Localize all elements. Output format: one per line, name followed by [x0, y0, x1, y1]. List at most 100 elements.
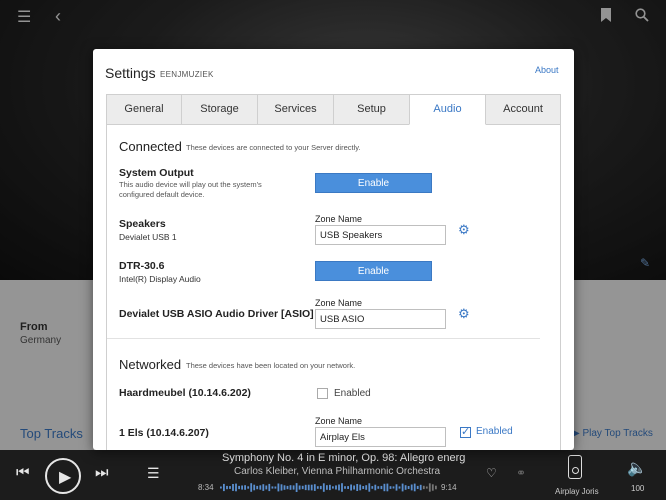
connected-title: Connected: [119, 139, 182, 154]
zone-name-label: Zone Name: [315, 214, 363, 224]
tab-services[interactable]: Services: [257, 94, 334, 125]
waveform-bar: [286, 485, 289, 490]
heart-icon[interactable]: ♡: [486, 466, 497, 480]
gear-icon[interactable]: ⚙: [458, 222, 470, 238]
waveform-bar: [356, 484, 359, 491]
waveform-bar: [329, 484, 331, 491]
waveform-bar: [338, 484, 340, 491]
waveform-bar: [277, 483, 280, 492]
waveform-bar: [407, 486, 410, 489]
enable-button-dtr[interactable]: Enable: [315, 261, 432, 281]
waveform-bar: [274, 486, 277, 489]
waveform-bar: [386, 483, 389, 492]
networked-title: Networked: [119, 357, 182, 372]
enabled-checkbox-haardmeubel[interactable]: [317, 388, 328, 399]
settings-dialog: Settings EENJMUZIEK About General Storag…: [93, 49, 574, 450]
waveform-bar: [365, 485, 368, 490]
enable-button-system-output[interactable]: Enable: [315, 173, 432, 193]
waveform-bar: [392, 486, 395, 489]
waveform-bar: [283, 485, 286, 490]
dialog-subtitle: EENJMUZIEK: [160, 70, 214, 79]
waveform-bar: [259, 485, 262, 490]
queue-icon[interactable]: ☰: [147, 465, 160, 482]
waveform-bar: [253, 484, 256, 491]
waveform-bar: [380, 485, 383, 490]
volume-value: 100: [631, 484, 645, 493]
waveform-bar: [268, 483, 271, 492]
device-name-speakers: Speakers: [119, 218, 166, 230]
waveform-bar: [326, 485, 328, 490]
waveform-bar: [362, 486, 365, 489]
dialog-title: Settings: [105, 65, 156, 81]
zone-name-label: Zone Name: [315, 416, 363, 426]
device-sub-speakers: Devialet USB 1: [119, 232, 177, 242]
waveform-bar: [229, 486, 231, 489]
waveform-bar: [335, 485, 337, 490]
play-button[interactable]: ▶: [45, 458, 81, 494]
waveform-bar: [344, 486, 346, 489]
waveform-bar: [322, 483, 325, 492]
waveform-bar: [289, 485, 292, 490]
waveform-bar: [416, 485, 419, 489]
waveform-bar: [371, 486, 374, 489]
speaker-device-icon[interactable]: [568, 455, 582, 479]
tab-setup[interactable]: Setup: [333, 94, 410, 125]
device-name-dtr: DTR-30.6: [119, 260, 165, 272]
zone-name-input-speakers[interactable]: USB Speakers: [315, 225, 446, 245]
time-total: 9:14: [441, 483, 457, 492]
waveform-bar: [241, 485, 243, 490]
zone-name-label: Zone Name: [315, 298, 363, 308]
link-icon[interactable]: ⚭: [516, 466, 526, 480]
tab-audio[interactable]: Audio: [409, 94, 486, 125]
gear-icon[interactable]: ⚙: [458, 306, 470, 322]
waveform-bar: [435, 485, 437, 490]
waveform-bar: [307, 484, 310, 491]
tab-account[interactable]: Account: [485, 94, 561, 125]
waveform-bar: [301, 485, 304, 490]
zone-name-input-els[interactable]: Airplay Els: [315, 427, 446, 447]
waveform-bar: [319, 485, 322, 490]
waveform-bar: [271, 486, 274, 489]
waveform-bar: [377, 486, 380, 489]
waveform-seekbar[interactable]: [220, 482, 438, 493]
waveform-bar: [404, 485, 407, 490]
waveform-bar: [389, 486, 392, 489]
track-artist: Carlos Kleiber, Vienna Philharmonic Orch…: [234, 466, 441, 477]
waveform-bar: [428, 483, 431, 492]
waveform-bar: [413, 483, 416, 492]
zone-name-input-asio[interactable]: USB ASIO: [315, 309, 446, 329]
waveform-bar: [226, 485, 228, 490]
waveform-bar: [262, 484, 265, 491]
track-title: Symphony No. 4 in E minor, Op. 98: Alleg…: [222, 452, 466, 464]
device-description-system-output: This audio device will play out the syst…: [119, 180, 262, 199]
enabled-checkbox-els[interactable]: [460, 425, 471, 438]
device-name-asio: Devialet USB ASIO Audio Driver [ASIO]: [119, 308, 314, 320]
waveform-bar: [250, 483, 253, 492]
device-name-haardmeubel: Haardmeubel (10.14.6.202): [119, 387, 251, 399]
waveform-bar: [347, 486, 349, 489]
waveform-bar: [332, 486, 334, 489]
waveform-bar: [359, 484, 362, 491]
waveform-bar: [232, 484, 234, 491]
waveform-bar: [401, 483, 404, 492]
waveform-bar: [368, 483, 371, 492]
play-icon: ▶: [59, 469, 72, 486]
waveform-bar: [313, 484, 316, 491]
waveform-bar: [374, 484, 377, 491]
volume-icon[interactable]: 🔈: [627, 458, 647, 478]
waveform-bar: [295, 483, 298, 492]
waveform-bar: [235, 483, 237, 492]
active-zone-name[interactable]: Airplay Joris: [555, 487, 599, 496]
previous-track-icon[interactable]: ⏮: [16, 464, 30, 481]
device-name-els: 1 Els (10.14.6.207): [119, 427, 209, 439]
settings-tabs: General Storage Services Setup Audio Acc…: [106, 94, 561, 125]
waveform-bar: [280, 484, 283, 491]
tab-general[interactable]: General: [106, 94, 182, 125]
tab-storage[interactable]: Storage: [181, 94, 258, 125]
audio-settings-panel: Connected These devices are connected to…: [106, 124, 561, 450]
about-link[interactable]: About: [535, 65, 559, 75]
next-track-icon[interactable]: ⏭: [95, 464, 109, 481]
waveform-bar: [431, 484, 434, 491]
waveform-bar: [316, 486, 319, 489]
waveform-bar: [310, 484, 313, 491]
